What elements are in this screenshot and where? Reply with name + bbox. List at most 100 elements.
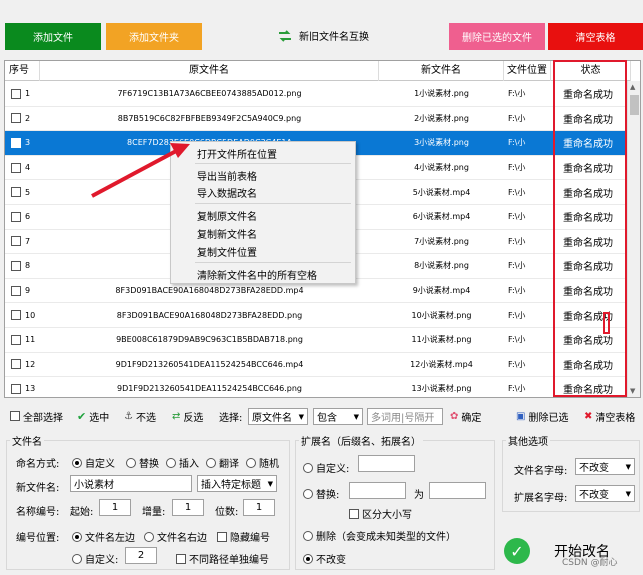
digits-input[interactable]: 1 bbox=[243, 499, 275, 516]
selection-bar: 全部选择 ✔ 选中 ⚓ 不选 ⇄ 反选 选择: 原文件名 ▼ 包含 ▼ 多词用|号隔开 ✿… bbox=[0, 404, 643, 428]
menu-copy-new[interactable]: 复制新文件名 bbox=[197, 226, 257, 241]
table-row[interactable]: 13 9D1F9D213260541DEA11524254BCC646.png 13… bbox=[5, 377, 625, 397]
row-checkbox[interactable] bbox=[11, 310, 21, 321]
ext-custom-input[interactable] bbox=[358, 455, 415, 472]
add-file-button[interactable]: 添加文件 bbox=[5, 23, 101, 50]
ext-replace-from-input[interactable] bbox=[349, 482, 406, 499]
hide-num-checkbox[interactable]: 隐藏编号 bbox=[217, 529, 270, 544]
menu-open-location[interactable]: 打开文件所在位置 bbox=[197, 146, 277, 161]
row-checkbox[interactable] bbox=[11, 137, 21, 148]
checkbox-icon bbox=[217, 531, 227, 542]
row-checkbox[interactable] bbox=[11, 187, 21, 198]
mode-replace-radio[interactable]: 替换 bbox=[126, 455, 159, 470]
hide-num-label: 隐藏编号 bbox=[230, 533, 270, 544]
pos-custom-input[interactable]: 2 bbox=[125, 547, 157, 564]
scroll-down-icon[interactable]: ▼ bbox=[630, 387, 635, 395]
table-row[interactable]: 2 8B7B519C6C82FBFBEB9349F2C5A940C9.png 2小说… bbox=[5, 107, 625, 132]
col-header-loc[interactable]: 文件位置 bbox=[504, 61, 551, 81]
menu-clear-spaces[interactable]: 清除新文件名中的所有空格 bbox=[197, 267, 317, 282]
check-button[interactable]: ✔ 选中 bbox=[77, 409, 109, 424]
row-checkbox[interactable] bbox=[11, 260, 21, 271]
row-checkbox[interactable] bbox=[11, 334, 21, 345]
row-status: 重命名成功 bbox=[563, 360, 613, 372]
per-path-label: 不同路径单独编号 bbox=[189, 555, 269, 566]
pos-left-radio[interactable]: 文件名左边 bbox=[72, 529, 135, 544]
insert-title-select[interactable]: 插入特定标题 ▼ bbox=[197, 475, 277, 492]
menu-copy-orig[interactable]: 复制原文件名 bbox=[197, 208, 257, 223]
mode-replace-label: 替换 bbox=[139, 459, 159, 470]
row-no-text: 4 bbox=[25, 163, 31, 173]
table-row[interactable]: 11 9BE008C61879D9AB9C963C1B5BDAB718.png 11… bbox=[5, 328, 625, 353]
row-checkbox[interactable] bbox=[11, 236, 21, 247]
invert-button[interactable]: ⇄ 反选 bbox=[172, 409, 203, 424]
newname-input[interactable]: 小说素材 bbox=[70, 475, 192, 492]
row-no-text: 3 bbox=[25, 138, 31, 148]
menu-copy-location[interactable]: 复制文件位置 bbox=[197, 244, 257, 259]
ext-delete-radio[interactable]: 删除（会变成未知类型的文件） bbox=[303, 528, 456, 543]
start-input[interactable]: 1 bbox=[99, 499, 131, 516]
ext-nochange-radio[interactable]: 不改变 bbox=[303, 551, 346, 566]
mode-select[interactable]: 包含 ▼ bbox=[313, 408, 363, 425]
ext-replace-to-input[interactable] bbox=[429, 482, 486, 499]
pos-right-radio[interactable]: 文件名右边 bbox=[144, 529, 207, 544]
row-orig-name: 7F6719C13B1A73A6CBEE0743885AD012.png bbox=[117, 89, 302, 99]
inc-input[interactable]: 1 bbox=[172, 499, 204, 516]
mode-insert-radio[interactable]: 插入 bbox=[166, 455, 199, 470]
fname-case-select[interactable]: 不改变 ▼ bbox=[575, 458, 635, 475]
mode-label: 命名方式: bbox=[16, 459, 60, 470]
row-checkbox[interactable] bbox=[11, 359, 21, 370]
ext-custom-radio[interactable]: 自定义: bbox=[303, 460, 349, 475]
remove-selected-button[interactable]: 删除已选的文件 bbox=[449, 23, 545, 50]
ext-replace-radio[interactable]: 替换: bbox=[303, 486, 339, 501]
col-header-orig[interactable]: 原文件名 bbox=[40, 61, 379, 81]
table-row[interactable]: 10 8F3D091BACE90A168048D273BFA28EDD.png 10… bbox=[5, 303, 625, 328]
keyword-input[interactable]: 多词用|号隔开 bbox=[367, 408, 443, 425]
table-row[interactable]: 12 9D1F9D213260541DEA11524254BCC646.mp4 12… bbox=[5, 353, 625, 378]
per-path-checkbox[interactable]: 不同路径单独编号 bbox=[176, 551, 269, 566]
pos-left-label: 文件名左边 bbox=[85, 533, 135, 544]
scroll-up-icon[interactable]: ▲ bbox=[630, 83, 635, 91]
col-header-new[interactable]: 新文件名 bbox=[379, 61, 504, 81]
row-checkbox[interactable] bbox=[11, 211, 21, 222]
row-orig-name: 9D1F9D213260541DEA11524254BCC646.mp4 bbox=[115, 359, 304, 369]
row-new-name: 8小说素材.png bbox=[414, 261, 469, 271]
field-select[interactable]: 原文件名 ▼ bbox=[248, 408, 308, 425]
chevron-down-icon: ▼ bbox=[625, 462, 631, 471]
mode-custom-radio[interactable]: 自定义 bbox=[72, 455, 115, 470]
row-location: F:\小 bbox=[508, 384, 526, 394]
menu-export-table[interactable]: 导出当前表格 bbox=[197, 168, 257, 183]
ext-case-select[interactable]: 不改变 ▼ bbox=[575, 485, 635, 502]
pos-custom-radio[interactable]: 自定义: bbox=[72, 551, 118, 566]
row-status: 重命名成功 bbox=[563, 139, 613, 151]
scroll-thumb[interactable] bbox=[630, 95, 639, 115]
fname-case-label: 文件名字母: bbox=[514, 466, 568, 477]
row-checkbox[interactable] bbox=[11, 383, 21, 394]
row-location: F:\小 bbox=[508, 261, 526, 271]
uncheck-button[interactable]: ⚓ 不选 bbox=[124, 409, 156, 424]
add-folder-button[interactable]: 添加文件夹 bbox=[106, 23, 202, 50]
mode-translate-radio[interactable]: 翻译 bbox=[206, 455, 239, 470]
mode-random-radio[interactable]: 随机 bbox=[246, 455, 279, 470]
row-checkbox[interactable] bbox=[11, 88, 21, 99]
delete-checked-button[interactable]: ▣ 删除已选 bbox=[516, 409, 568, 424]
ext-case-checkbox[interactable]: 区分大小写 bbox=[349, 506, 412, 521]
select-all-checkbox[interactable]: 全部选择 bbox=[10, 409, 63, 424]
row-no: 8 bbox=[5, 254, 40, 278]
row-new-name: 4小说素材.png bbox=[414, 163, 469, 173]
row-checkbox[interactable] bbox=[11, 285, 21, 296]
table-row[interactable]: 1 7F6719C13B1A73A6CBEE0743885AD012.png 1小说… bbox=[5, 82, 625, 107]
row-checkbox[interactable] bbox=[11, 162, 21, 173]
row-location: F:\小 bbox=[508, 236, 526, 246]
row-checkbox[interactable] bbox=[11, 113, 21, 124]
clear-table-button[interactable]: 清空表格 bbox=[548, 23, 643, 50]
clear-table-small-button[interactable]: ✖ 清空表格 bbox=[584, 409, 635, 424]
table-scrollbar[interactable]: ▲ ▼ bbox=[627, 81, 640, 397]
mode-random-label: 随机 bbox=[259, 459, 279, 470]
menu-import-rename[interactable]: 导入数据改名 bbox=[197, 185, 257, 200]
chevron-down-icon: ▼ bbox=[267, 479, 273, 488]
checkbox-icon bbox=[349, 508, 359, 519]
col-header-no[interactable]: 序号 bbox=[5, 61, 40, 81]
col-header-status[interactable]: 状态 bbox=[551, 61, 631, 81]
swap-names-button[interactable]: 新旧文件名互换 bbox=[277, 28, 369, 43]
confirm-button[interactable]: ✿ 确定 bbox=[450, 409, 481, 424]
